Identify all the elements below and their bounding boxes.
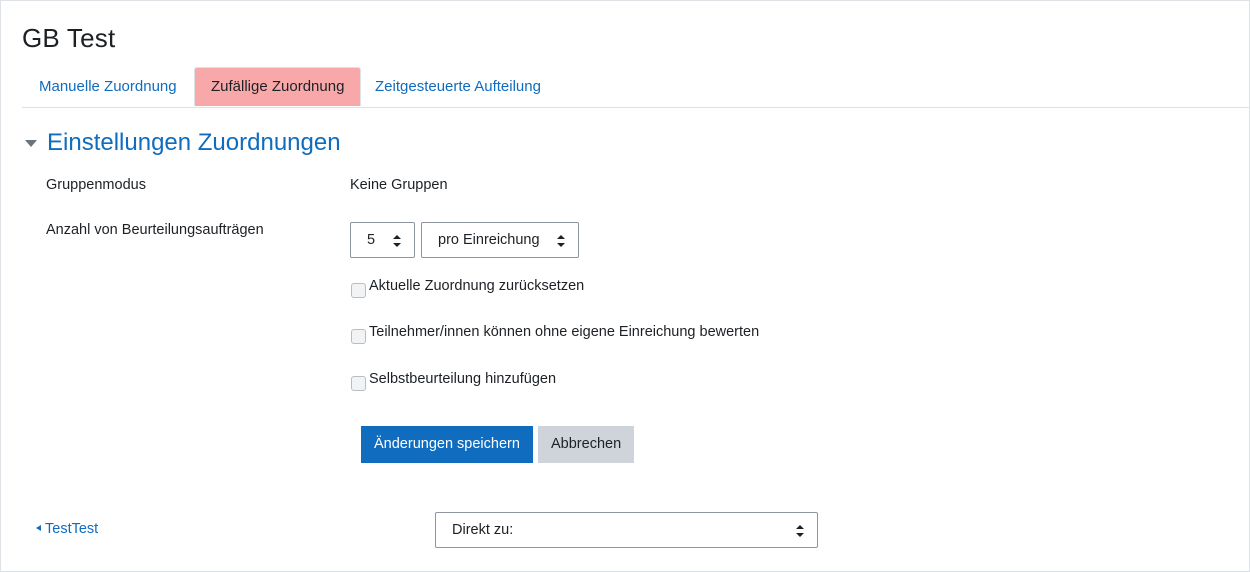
save-changes-button[interactable]: Änderungen speichern (361, 426, 533, 463)
group-mode-value: Keine Gruppen (350, 177, 448, 193)
tab-random-allocation[interactable]: Zufällige Zuordnung (194, 67, 362, 106)
jump-to-value: Direkt zu: (452, 522, 514, 538)
assess-without-submission-checkbox[interactable] (351, 329, 366, 344)
caret-down-icon (25, 140, 37, 147)
previous-activity-label: TestTest (45, 521, 99, 537)
assessment-count-value: 5 (367, 232, 376, 248)
sort-updown-icon (796, 525, 804, 537)
page-frame: GB Test Manuelle Zuordnung Zufällige Zuo… (0, 0, 1250, 572)
previous-activity-link[interactable]: TestTest (36, 521, 98, 537)
tab-scheduled-allocation[interactable]: Zeitgesteuerte Aufteilung (375, 67, 541, 107)
assessment-per-value: pro Einreichung (438, 232, 540, 248)
group-mode-label: Gruppenmodus (46, 177, 146, 193)
sort-updown-icon (393, 235, 401, 247)
cancel-button[interactable]: Abbrechen (538, 426, 635, 463)
section-header-settings[interactable]: Einstellungen Zuordnungen (25, 127, 341, 159)
assessment-per-select[interactable]: pro Einreichung (421, 222, 579, 258)
section-title: Einstellungen Zuordnungen (47, 129, 341, 156)
page-title: GB Test (22, 23, 116, 53)
assessment-count-select[interactable]: 5 (350, 222, 415, 258)
jump-to-select[interactable]: Direkt zu: (435, 512, 818, 548)
self-assessment-label[interactable]: Selbstbeurteilung hinzufügen (369, 371, 556, 387)
assess-without-submission-label[interactable]: Teilnehmer/innen können ohne eigene Einr… (369, 324, 759, 340)
allocation-tabs: Manuelle Zuordnung Zufällige Zuordnung Z… (22, 67, 1250, 108)
sort-updown-icon (557, 235, 565, 247)
triangle-left-icon (36, 525, 41, 532)
reset-allocation-checkbox[interactable] (351, 283, 366, 298)
reset-allocation-label[interactable]: Aktuelle Zuordnung zurücksetzen (369, 278, 584, 294)
assessment-count-label: Anzahl von Beurteilungsaufträgen (46, 222, 264, 238)
tab-manual-allocation[interactable]: Manuelle Zuordnung (39, 67, 177, 107)
self-assessment-checkbox[interactable] (351, 376, 366, 391)
